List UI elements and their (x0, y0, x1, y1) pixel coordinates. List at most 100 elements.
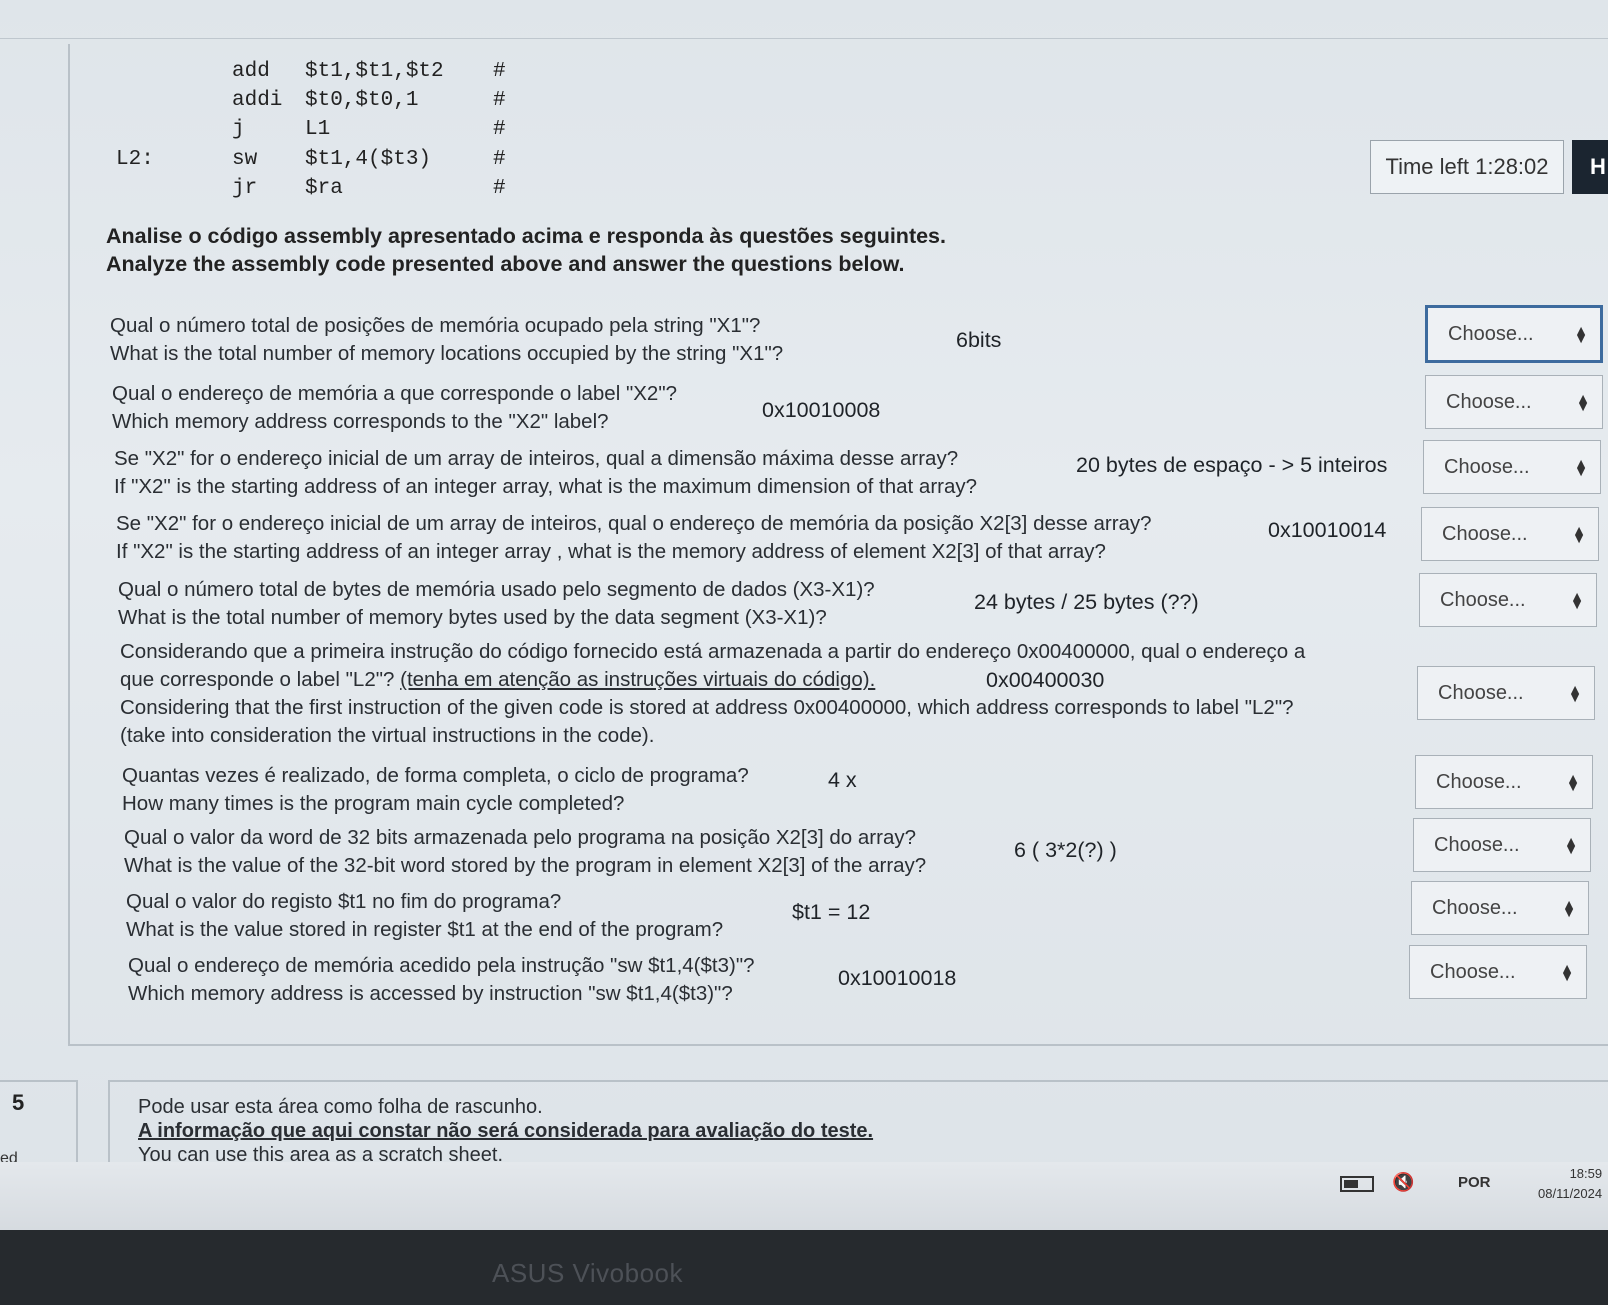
question-6-pt-link: (tenha em atenção as instruções virtuais… (400, 668, 876, 691)
question-4-note: 0x10010014 (1268, 518, 1387, 542)
select-placeholder: Choose... (1436, 770, 1522, 793)
select-arrows-icon: ▲ ▼ (1576, 390, 1590, 414)
question-7-pt: Quantas vezes é realizado, de forma comp… (122, 764, 749, 787)
question-2: Qual o endereço de memória a que corresp… (112, 380, 677, 436)
question-6-pt: Considerando que a primeira instrução do… (120, 640, 1306, 663)
code-args: $t1,$t1,$t2 (305, 60, 444, 83)
code-comment: # (493, 89, 506, 112)
question-1-select[interactable]: Choose... ▲ ▼ (1425, 305, 1603, 363)
select-arrows-icon: ▲ ▼ (1574, 455, 1588, 479)
question-6-en: Considering that the first instruction o… (120, 696, 1294, 719)
speaker-muted-icon[interactable]: 🔇 (1392, 1172, 1414, 1193)
battery-icon[interactable] (1340, 1176, 1374, 1192)
question-3: Se "X2" for o endereço inicial de um arr… (114, 445, 977, 501)
scratch-line-2: A informação que aqui constar não será c… (138, 1120, 874, 1142)
question-6-select[interactable]: Choose... ▲ ▼ (1417, 666, 1595, 720)
code-comment: # (493, 60, 506, 83)
laptop-bezel: ASUS Vivobook (0, 1230, 1608, 1305)
select-arrows-icon: ▲ ▼ (1564, 833, 1578, 857)
question-10-select[interactable]: Choose... ▲ ▼ (1409, 945, 1587, 999)
clock-time: 18:59 (1569, 1166, 1603, 1181)
intro-en: Analyze the assembly code presented abov… (106, 252, 905, 276)
hide-timer-button[interactable]: H (1572, 140, 1608, 194)
code-op: add (232, 60, 270, 83)
question-9: Qual o valor do registo $t1 no fim do pr… (126, 888, 723, 944)
code-comment: # (493, 177, 506, 200)
language-indicator[interactable]: POR (1458, 1174, 1491, 1191)
code-args: $ra (305, 177, 343, 200)
question-5-pt: Qual o número total de bytes de memória … (118, 578, 875, 601)
question-9-note: $t1 = 12 (792, 900, 871, 924)
select-arrows-icon: ▲ ▼ (1566, 770, 1580, 794)
code-op: jr (232, 177, 258, 200)
question-5-note: 24 bytes / 25 bytes (??) (974, 590, 1199, 614)
select-arrows-icon: ▲ ▼ (1570, 588, 1584, 612)
question-6-en-cont: (take into consideration the virtual ins… (120, 724, 655, 747)
code-op: j (232, 118, 245, 141)
code-label: L2: (116, 148, 154, 171)
select-placeholder: Choose... (1442, 522, 1528, 545)
question-3-select[interactable]: Choose... ▲ ▼ (1423, 440, 1601, 494)
question-7: Quantas vezes é realizado, de forma comp… (122, 762, 749, 818)
question-4-pt: Se "X2" for o endereço inicial de um arr… (116, 512, 1152, 535)
question-7-select[interactable]: Choose... ▲ ▼ (1415, 755, 1593, 809)
question-2-pt: Qual o endereço de memória a que corresp… (112, 382, 677, 405)
brand-logo: ASUS Vivobook (492, 1258, 684, 1288)
scratch-line-3: You can use this area as a scratch sheet… (138, 1144, 504, 1166)
question-8-select[interactable]: Choose... ▲ ▼ (1413, 818, 1591, 872)
select-placeholder: Choose... (1432, 896, 1518, 919)
question-10: Qual o endereço de memória acedido pela … (128, 952, 755, 1008)
question-5-select[interactable]: Choose... ▲ ▼ (1419, 573, 1597, 627)
question-4-select[interactable]: Choose... ▲ ▼ (1421, 507, 1599, 561)
question-8: Qual o valor da word de 32 bits armazena… (124, 824, 926, 880)
question-6: Considerando que a primeira instrução do… (120, 638, 1305, 750)
intro-pt: Analise o código assembly apresentado ac… (106, 224, 946, 248)
question-2-note: 0x10010008 (762, 398, 881, 422)
select-arrows-icon: ▲ ▼ (1562, 896, 1576, 920)
question-8-note: 6 ( 3*2(?) ) (1014, 838, 1117, 862)
question-2-select[interactable]: Choose... ▲ ▼ (1425, 375, 1603, 429)
question-1-en: What is the total number of memory locat… (110, 342, 784, 365)
select-placeholder: Choose... (1434, 833, 1520, 856)
question-10-note: 0x10010018 (838, 966, 957, 990)
select-arrows-icon: ▲ ▼ (1568, 681, 1582, 705)
code-comment: # (493, 148, 506, 171)
question-9-en: What is the value stored in register $t1… (126, 918, 724, 941)
question-5: Qual o número total de bytes de memória … (118, 576, 875, 632)
question-8-en: What is the value of the 32-bit word sto… (124, 854, 927, 877)
question-7-en: How many times is the program main cycle… (122, 792, 625, 815)
select-placeholder: Choose... (1446, 390, 1532, 413)
question-9-pt: Qual o valor do registo $t1 no fim do pr… (126, 890, 562, 913)
question-1-note: 6bits (956, 328, 1002, 352)
select-placeholder: Choose... (1448, 322, 1534, 345)
code-op: sw (232, 148, 258, 171)
question-3-en: If "X2" is the starting address of an in… (114, 475, 978, 498)
question-number: 5 (12, 1090, 25, 1115)
question-10-pt: Qual o endereço de memória acedido pela … (128, 954, 755, 977)
question-6-note: 0x00400030 (986, 668, 1105, 692)
code-op: addi (232, 89, 283, 112)
question-10-en: Which memory address is accessed by inst… (128, 982, 733, 1005)
select-placeholder: Choose... (1438, 681, 1524, 704)
code-args: $t1,4($t3) (305, 148, 432, 171)
exam-screen: add $t1,$t1,$t2 # addi $t0,$t0,1 # j L1 … (0, 0, 1608, 1230)
taskbar: You can use this area as a scratch sheet… (0, 1144, 1608, 1230)
code-args: L1 (305, 118, 331, 141)
select-placeholder: Choose... (1430, 960, 1516, 983)
clock[interactable]: 18:59 08/11/2024 (1538, 1164, 1602, 1204)
question-2-en: Which memory address corresponds to the … (112, 410, 609, 433)
question-4: Se "X2" for o endereço inicial de um arr… (116, 510, 1152, 566)
question-6-pt-cont: que corresponde o label "L2"? (120, 668, 395, 691)
select-arrows-icon: ▲ ▼ (1574, 322, 1588, 346)
question-1: Qual o número total de posições de memór… (110, 312, 783, 368)
clock-date: 08/11/2024 (1538, 1186, 1603, 1201)
scratch-line-1: Pode usar esta área como folha de rascun… (138, 1096, 543, 1118)
question-1-pt: Qual o número total de posições de memór… (110, 314, 761, 337)
code-args: $t0,$t0,1 (305, 89, 419, 112)
question-5-en: What is the total number of memory bytes… (118, 606, 827, 629)
question-7-note: 4 x (828, 768, 857, 792)
select-arrows-icon: ▲ ▼ (1560, 960, 1574, 984)
question-9-select[interactable]: Choose... ▲ ▼ (1411, 881, 1589, 935)
question-4-en: If "X2" is the starting address of an in… (116, 540, 1106, 563)
select-placeholder: Choose... (1440, 588, 1526, 611)
